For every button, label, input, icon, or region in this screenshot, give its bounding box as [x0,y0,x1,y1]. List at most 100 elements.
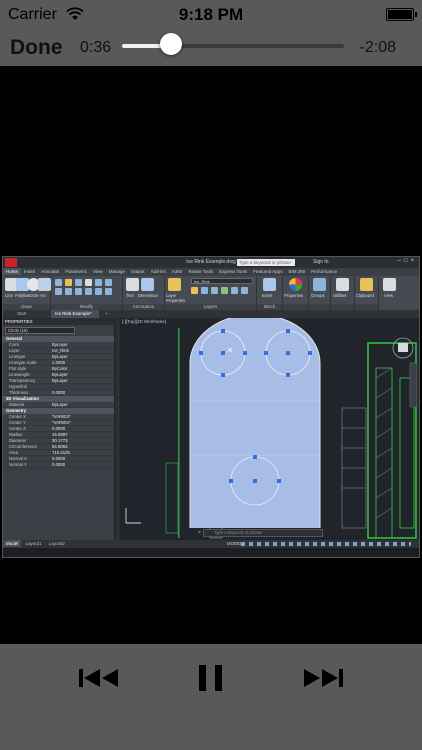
ribbon-tabs: Home Insert Annotate Parametric View Manage Ou… [3,268,419,276]
property-value: 715.2125 [52,450,70,455]
layer-dropdown: Ice_Rink [191,278,253,284]
ribbon-group-view: View [379,276,401,310]
hatch-pattern [375,367,393,519]
property-name: Linetype [9,354,26,359]
scrubber-track[interactable] [122,44,344,48]
ribbon-tab-performance: Performance [311,269,337,274]
doc-tab-start: Start [17,311,27,316]
layer-match-icon [221,287,228,294]
view-label: View [384,293,394,298]
scrubber-thumb[interactable] [159,33,182,55]
previous-track-button[interactable] [78,663,122,693]
document-tabs: Start Ice Rink Example* + [3,310,419,318]
copy-icon [55,288,62,295]
ribbon-tab-raster-tools: Raster Tools [188,269,214,274]
groups-icon [313,278,326,291]
battery-icon [386,8,417,21]
property-name: Layer [9,348,20,353]
property-value: 94.8063 [52,444,68,449]
video-area[interactable]: Ice Rink Example.dwg Type a keyword or p… [0,66,422,644]
ribbon-group-clipboard: Clipboard [355,276,379,310]
done-button[interactable]: Done [10,36,63,60]
search-input: Type a keyword or phrase [237,259,295,266]
status-strip: MODEL [115,540,419,548]
ribbon-group-modify: Modify [51,276,123,310]
ribbon-tab-annotate: Annotate [41,269,60,274]
property-value: Ice_Rink [52,348,69,353]
property-value: 30.1773 [52,438,68,443]
ice-rink-drawing [125,318,418,539]
ribbon-tab-view: View [93,269,103,274]
property-name: Thickness [9,390,29,395]
pause-button[interactable] [198,663,224,693]
ribbon-group-block: Insert Block [257,276,283,310]
property-name: Color [9,342,20,347]
property-name: Center Y [9,420,26,425]
elapsed-time: 0:36 [80,39,112,56]
property-value: ByLayer [52,402,68,407]
new-tab-plus-icon: + [105,311,108,316]
ribbon-tab-featured-apps: Featured Apps [253,269,283,274]
properties-header: PROPERTIES [3,318,114,325]
ribbon-tab-home: Home [3,268,22,275]
explode-icon [85,288,92,295]
clipboard-icon [360,278,373,291]
next-track-button[interactable] [300,663,344,693]
ribbon-tab-a360: A360 [171,269,183,274]
ribbon-group-layers: Layer Properties Ice_Rink Layers [165,276,257,310]
drawing-canvas: [-][Top][2D Wireframe] [120,318,419,540]
dimension-icon [141,278,154,291]
layout-tab-model: Model [3,540,22,547]
property-name: Area [9,450,19,455]
ribbon-tab-express-tools: Express Tools [219,269,248,274]
video-frame-autocad: Ice Rink Example.dwg Type a keyword or p… [2,256,420,558]
command-line-placeholder: Type a keyword or phrase [214,530,263,535]
selection-dropdown: Circle (15) [5,327,75,334]
previous-track-icon [79,669,118,687]
move-icon [55,279,62,286]
doc-tab-ice-rink: Ice Rink Example* [51,310,99,318]
property-name: Normal X [9,456,27,461]
player-top-bar: Done 0:36 -2:08 [0,30,422,66]
navigation-bar [409,362,418,408]
ribbon-tab-insert: Insert [24,269,36,274]
clipboard-label: Clipboard [356,293,374,298]
circle-label: Circle [28,293,39,298]
ribbon-group-annotation: Text Dimension Annotation [123,276,165,310]
property-name: Center X [9,414,26,419]
property-value: 1.0000 [52,360,66,365]
view-icon [383,278,396,291]
trim-icon [75,279,82,286]
property-value: 0.0000 [52,390,66,395]
insert-block-icon [263,278,276,291]
line-label: Line [5,293,13,298]
command-line: Type a keyword or phrase [203,529,323,537]
text-icon [126,278,139,291]
ribbon-group-groups: Groups [309,276,331,310]
property-value: *VARIES* [52,414,71,419]
property-value: 0.0000 [52,462,66,467]
property-value: ByLayer [52,372,68,377]
ribbon-tab-add-ins: Add-ins [150,269,166,274]
array-icon [105,288,112,295]
layer-properties-label: Layer Properties [166,293,186,303]
offset-icon [95,288,102,295]
property-name: Hyperlink [9,384,27,389]
sign-in-link: Sign In [313,259,329,265]
property-value: ByLayer [52,342,68,347]
status-bar: Carrier 9:18 PM [0,0,422,30]
dimension-label: Dimension [138,293,158,298]
playback-controls [0,644,422,750]
property-name: Normal Y [9,462,27,467]
ribbon-tab-output: Output [131,269,145,274]
layout-tab-layout2: Layout2 [48,541,65,546]
stretch-icon [95,279,102,286]
property-value: ByColor [52,366,68,371]
property-row: Normal Y 0.0000 [3,462,114,468]
remaining-time: -2:08 [359,39,396,56]
utilities-icon [336,278,349,291]
property-name: Linetype scale [9,360,37,365]
property-value: ByLayer [52,378,68,383]
mirror-icon [65,288,72,295]
viewcube-icon [398,343,408,352]
